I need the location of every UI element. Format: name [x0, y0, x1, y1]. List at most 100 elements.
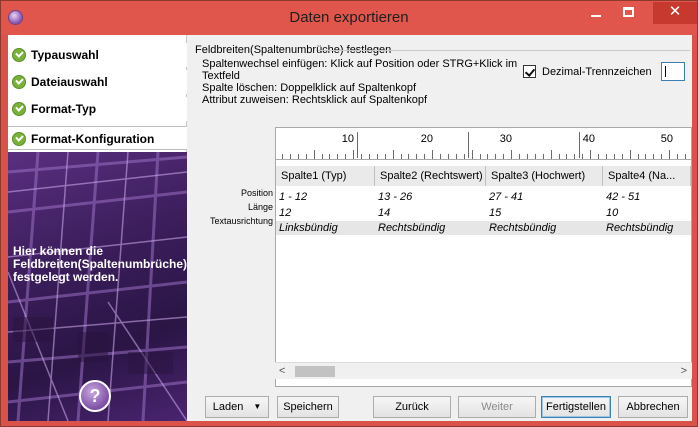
instruction-line: Attribut zuweisen: Rechtsklick auf Spalt… — [202, 94, 428, 106]
wizard-step-label: Format-Konfiguration — [31, 132, 155, 146]
column-header[interactable]: Spalte4 (Na... — [603, 166, 691, 186]
wizard-step-label: Dateiauswahl — [31, 75, 108, 89]
ruler-tick — [621, 154, 623, 159]
row-label-length: Länge — [247, 202, 273, 212]
ruler-tick — [353, 150, 355, 159]
ruler-tick — [384, 154, 386, 159]
ruler-tick — [613, 154, 615, 159]
close-button[interactable]: ✕ — [653, 2, 697, 24]
column-header[interactable]: Spalte3 (Hochwert) — [486, 166, 603, 186]
ruler-tick — [297, 154, 299, 159]
save-button[interactable]: Speichern — [277, 396, 339, 418]
ruler-tick — [447, 154, 449, 159]
column-break-marker[interactable] — [468, 132, 469, 158]
ruler-label: 20 — [420, 133, 433, 145]
scroll-thumb[interactable] — [295, 366, 335, 377]
scroll-left-icon[interactable]: < — [279, 365, 285, 377]
wizard-step-label: Format-Typ — [31, 102, 97, 116]
column-ruler[interactable]: 10 20 30 40 50 — [276, 128, 691, 160]
title-bar[interactable]: Daten exportieren ✕ — [1, 1, 697, 35]
ruler-tick — [408, 154, 410, 159]
load-button-label: Laden — [212, 401, 244, 413]
ruler-tick — [550, 150, 552, 159]
wizard-step-format-typ[interactable]: Format-Typ — [8, 97, 187, 121]
decimal-separator-input[interactable] — [661, 62, 685, 81]
load-button[interactable]: Laden ▼ — [205, 396, 269, 418]
ruler-tick — [677, 154, 678, 159]
ruler-label: 50 — [660, 133, 673, 145]
check-icon — [12, 75, 26, 89]
column-break-marker[interactable] — [357, 132, 358, 158]
decimal-separator-label: Dezimal-Trennzeichen — [542, 66, 652, 78]
ruler-tick — [684, 154, 686, 159]
table-row-alignment: Linksbündig Rechtsbündig Rechtsbündig Re… — [276, 221, 691, 235]
ruler-tick — [471, 150, 473, 159]
ruler-tick — [519, 154, 520, 159]
instruction-line: Spaltenwechsel einfügen: Klick auf Posit… — [202, 58, 518, 70]
wizard-step-dateiauswahl[interactable]: Dateiauswahl — [8, 70, 187, 94]
back-button[interactable]: Zurück — [373, 396, 451, 418]
instructions: Spaltenwechsel einfügen: Klick auf Posit… — [202, 58, 518, 106]
ruler-tick — [526, 154, 528, 159]
table-row-length: 12 14 15 10 — [276, 206, 691, 220]
ruler-label: 10 — [341, 133, 354, 145]
ruler-tick — [392, 150, 394, 159]
ruler-tick — [455, 154, 457, 159]
maximize-button[interactable] — [616, 2, 642, 24]
ruler-tick — [337, 154, 339, 159]
alignment-cell: Rechtsbündig — [489, 222, 557, 234]
length-cell: 14 — [378, 207, 391, 219]
cancel-button[interactable]: Abbrechen — [618, 396, 688, 418]
format-config-panel: Feldbreiten(Spaltenumbrüche) festlegen S… — [188, 35, 692, 421]
ruler-tick — [361, 154, 362, 159]
ruler-tick — [542, 154, 544, 159]
ruler-tick — [376, 154, 378, 159]
ruler-tick — [440, 154, 441, 159]
ruler-label: 40 — [582, 133, 595, 145]
ruler-tick — [605, 154, 607, 159]
row-label-alignment: Textausrichtung — [209, 216, 273, 226]
length-cell: 10 — [606, 207, 619, 219]
wizard-step-typauswahl[interactable]: Typauswahl — [8, 43, 187, 67]
wizard-step-label: Typauswahl — [31, 48, 99, 62]
column-header[interactable]: Spalte2 (Rechtswert) — [375, 166, 486, 186]
next-button[interactable]: Weiter — [458, 396, 536, 418]
dialog-client-area: Typauswahl Dateiauswahl Format-Typ Forma… — [8, 35, 692, 421]
ruler-tick — [661, 154, 663, 159]
minimize-button[interactable] — [583, 2, 609, 24]
ruler-tick — [432, 150, 434, 159]
ruler-tick — [289, 154, 291, 159]
column-break-marker[interactable] — [579, 132, 580, 158]
ruler-tick — [282, 154, 283, 159]
wizard-steps-panel: Typauswahl Dateiauswahl Format-Typ Forma… — [8, 35, 187, 421]
alignment-cell: Linksbündig — [279, 222, 338, 234]
wizard-step-format-konfiguration[interactable]: Format-Konfiguration — [8, 126, 187, 150]
finish-button[interactable]: Fertigstellen — [541, 396, 611, 418]
ruler-tick — [558, 154, 560, 159]
column-header[interactable]: Spalte1 (Typ) — [276, 166, 375, 186]
column-header-row: Spalte1 (Typ) Spalte2 (Rechtswert) Spalt… — [276, 166, 691, 186]
ruler-tick — [321, 154, 323, 159]
ruler-tick — [574, 154, 576, 159]
decimal-separator-checkbox[interactable] — [523, 65, 536, 78]
help-button[interactable]: ? — [79, 380, 111, 412]
scroll-right-icon[interactable]: > — [681, 365, 687, 377]
ruler-tick — [424, 154, 426, 159]
ruler-tick — [653, 154, 655, 159]
check-icon — [12, 132, 26, 146]
ruler-tick — [534, 154, 536, 159]
ruler-tick — [645, 154, 647, 159]
position-cell: 27 - 41 — [489, 191, 524, 203]
ruler-tick — [416, 154, 418, 159]
position-cell: 42 - 51 — [606, 191, 641, 203]
maximize-icon — [623, 7, 634, 17]
close-icon: ✕ — [668, 3, 682, 20]
ruler-tick — [400, 154, 402, 159]
ruler-tick — [582, 154, 584, 159]
horizontal-scrollbar[interactable]: < > — [275, 362, 692, 379]
column-editor[interactable]: 10 20 30 40 50 Spalte1 (Typ) Spalte2 (Re… — [275, 127, 692, 387]
ruler-tick — [637, 154, 639, 159]
length-cell: 12 — [279, 207, 292, 219]
instruction-line: Spalte löschen: Doppelklick auf Spaltenk… — [202, 82, 417, 94]
position-cell: 13 - 26 — [378, 191, 413, 203]
